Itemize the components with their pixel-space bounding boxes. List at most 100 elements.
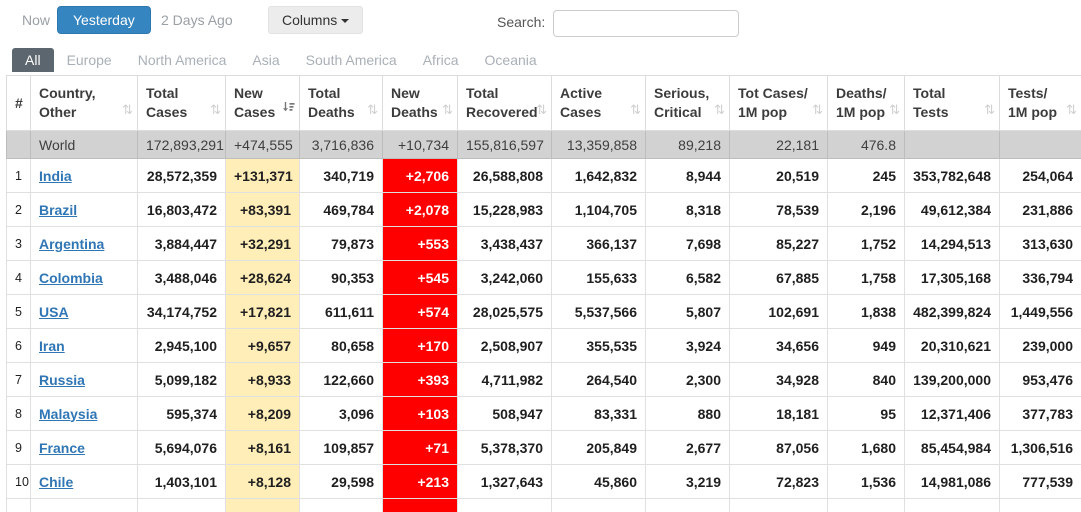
column-header-total[interactable]: Total Recovered ⇅ bbox=[457, 75, 552, 131]
yesterday-button[interactable]: Yesterday bbox=[57, 6, 151, 34]
country-link-russia[interactable]: Russia bbox=[39, 372, 85, 388]
sort-desc-active-icon[interactable] bbox=[282, 101, 295, 119]
rank-cell: 8 bbox=[6, 396, 31, 431]
tab-all[interactable]: All bbox=[12, 48, 54, 72]
tab-asia[interactable]: Asia bbox=[239, 48, 292, 72]
country-link-brazil[interactable]: Brazil bbox=[39, 202, 77, 218]
cell-value: 28,572,359 bbox=[137, 158, 226, 193]
cell-value: 20,310,621 bbox=[904, 328, 1000, 363]
cell-value: +574 bbox=[382, 294, 458, 329]
cell-value: 476.8 bbox=[827, 130, 905, 159]
sort-both-icon[interactable]: ⇅ bbox=[812, 101, 823, 119]
cell-value: 1,642,832 bbox=[551, 158, 646, 193]
country-link-india[interactable]: India bbox=[39, 168, 72, 184]
columns-dropdown-button[interactable]: Columns bbox=[268, 6, 364, 34]
sort-both-icon[interactable]: ⇅ bbox=[210, 101, 221, 119]
cell-value: 2,508,907 bbox=[457, 328, 552, 363]
cell-value: 508,947 bbox=[457, 396, 552, 431]
sort-both-icon[interactable]: ⇅ bbox=[630, 101, 641, 119]
column-header-active[interactable]: Active Cases ⇅ bbox=[551, 75, 646, 131]
now-button[interactable]: Now bbox=[22, 12, 50, 28]
rank-cell: 6 bbox=[6, 328, 31, 363]
tab-europe[interactable]: Europe bbox=[54, 48, 125, 72]
toolbar: Now Yesterday 2 Days Ago Columns Search: bbox=[0, 0, 1081, 48]
cell-value: 18,181 bbox=[729, 396, 828, 431]
cell-value: +103 bbox=[382, 396, 458, 431]
cell-value: 231,886 bbox=[999, 192, 1081, 227]
cell-empty bbox=[904, 498, 1000, 512]
sort-both-icon[interactable]: ⇅ bbox=[442, 101, 453, 119]
cell-value: 1,327,643 bbox=[457, 464, 552, 499]
cell-value: +83,391 bbox=[225, 192, 300, 227]
cell-value: 1,306,516 bbox=[999, 430, 1081, 465]
rank-cell: 7 bbox=[6, 362, 31, 397]
country-link-colombia[interactable]: Colombia bbox=[39, 270, 103, 286]
country-link-chile[interactable]: Chile bbox=[39, 474, 73, 490]
country-link-france[interactable]: France bbox=[39, 440, 85, 456]
covid-stats-page: Now Yesterday 2 Days Ago Columns Search:… bbox=[0, 0, 1081, 512]
country-link-iran[interactable]: Iran bbox=[39, 338, 65, 354]
cell-value: 1,758 bbox=[827, 260, 905, 295]
table-row: 4 Colombia 3,488,046 +28,624 90,353 +545 3,242… bbox=[6, 260, 1081, 295]
cell-value: +8,209 bbox=[225, 396, 300, 431]
country-link-argentina[interactable]: Argentina bbox=[39, 236, 104, 252]
cell-value: +2,706 bbox=[382, 158, 458, 193]
cell-value: 29,598 bbox=[299, 464, 383, 499]
column-header-tests[interactable]: Tests/ 1M pop ⇅ bbox=[999, 75, 1081, 131]
cell-value: 1,104,705 bbox=[551, 192, 646, 227]
column-header-total[interactable]: Total Tests ⇅ bbox=[904, 75, 1000, 131]
column-header-new[interactable]: New Cases bbox=[225, 75, 300, 131]
table-row: 2 Brazil 16,803,472 +83,391 469,784 +2,078 15,… bbox=[6, 192, 1081, 227]
cell-value: 366,137 bbox=[551, 226, 646, 261]
cell-empty bbox=[551, 498, 646, 512]
column-header-deaths[interactable]: Deaths/ 1M pop ⇅ bbox=[827, 75, 905, 131]
rank-cell: 4 bbox=[6, 260, 31, 295]
column-header-total[interactable]: Total Cases ⇅ bbox=[137, 75, 226, 131]
sort-both-icon[interactable]: ⇅ bbox=[889, 101, 900, 119]
sort-both-icon[interactable]: ⇅ bbox=[367, 101, 378, 119]
cell-value: +32,291 bbox=[225, 226, 300, 261]
cell-value: 245 bbox=[827, 158, 905, 193]
cell-empty bbox=[645, 498, 730, 512]
tab-oceania[interactable]: Oceania bbox=[472, 48, 550, 72]
country-cell: Argentina bbox=[30, 226, 138, 261]
sort-both-icon[interactable]: ⇅ bbox=[122, 101, 133, 119]
cell-empty bbox=[382, 498, 458, 512]
tab-africa[interactable]: Africa bbox=[410, 48, 472, 72]
column-header-#: # bbox=[6, 75, 31, 131]
column-header-serious[interactable]: Serious, Critical ⇅ bbox=[645, 75, 730, 131]
column-header-country[interactable]: Country, Other ⇅ bbox=[30, 75, 138, 131]
sort-both-icon[interactable]: ⇅ bbox=[714, 101, 725, 119]
cell-value: 155,633 bbox=[551, 260, 646, 295]
column-header-label: Total Recovered bbox=[466, 85, 538, 120]
sort-both-icon[interactable]: ⇅ bbox=[536, 101, 547, 119]
country-cell: Iran bbox=[30, 328, 138, 363]
cell-value: +9,657 bbox=[225, 328, 300, 363]
cell-empty bbox=[999, 498, 1081, 512]
cell-value: 2,677 bbox=[645, 430, 730, 465]
column-header-label: Country, Other bbox=[39, 85, 96, 120]
column-header-total[interactable]: Total Deaths ⇅ bbox=[299, 75, 383, 131]
tab-south-america[interactable]: South America bbox=[293, 48, 410, 72]
two-days-ago-button[interactable]: 2 Days Ago bbox=[161, 12, 233, 28]
cell-value: +10,734 bbox=[382, 130, 458, 159]
cell-value: 777,539 bbox=[999, 464, 1081, 499]
column-header-new[interactable]: New Deaths ⇅ bbox=[382, 75, 458, 131]
sort-both-icon[interactable]: ⇅ bbox=[1066, 101, 1077, 119]
tab-north-america[interactable]: North America bbox=[125, 48, 240, 72]
sort-both-icon[interactable]: ⇅ bbox=[984, 101, 995, 119]
table-row: 1 India 28,572,359 +131,371 340,719 +2,706 26,… bbox=[6, 158, 1081, 193]
cell-value: 3,924 bbox=[645, 328, 730, 363]
cell-value: 880 bbox=[645, 396, 730, 431]
cell-value: 80,658 bbox=[299, 328, 383, 363]
cell-value: 8,944 bbox=[645, 158, 730, 193]
search-input[interactable] bbox=[553, 10, 740, 37]
rank-cell: 5 bbox=[6, 294, 31, 329]
country-link-usa[interactable]: USA bbox=[39, 304, 69, 320]
country-cell: Brazil bbox=[30, 192, 138, 227]
country-link-malaysia[interactable]: Malaysia bbox=[39, 406, 97, 422]
cell-empty bbox=[6, 498, 31, 512]
cell-value: 22,181 bbox=[729, 130, 828, 159]
column-header-tot-cases[interactable]: Tot Cases/ 1M pop ⇅ bbox=[729, 75, 828, 131]
cell-value: 595,374 bbox=[137, 396, 226, 431]
